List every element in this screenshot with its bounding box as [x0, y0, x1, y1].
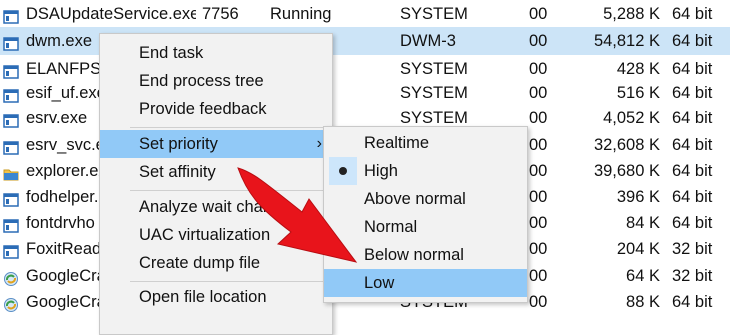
process-cpu: 00	[529, 32, 548, 50]
menu-item-end-process-tree[interactable]: End process tree	[100, 67, 332, 95]
menu-item-label: Open file location	[139, 288, 267, 306]
menu-item-create-dump-file[interactable]: Create dump file	[100, 249, 332, 277]
menu-item-label: Set affinity	[139, 163, 216, 181]
process-memory: 204 K	[616, 240, 660, 258]
service-window-icon	[3, 189, 19, 207]
process-architecture: 64 bit	[672, 32, 713, 50]
menu-separator	[130, 190, 325, 191]
process-memory: 5,288 K	[603, 5, 660, 23]
process-cpu: 00	[529, 188, 548, 206]
process-memory: 84 K	[626, 214, 660, 232]
priority-label: Realtime	[364, 134, 430, 152]
table-row[interactable]: DSAUpdateService.exe 7756 Running SYSTEM…	[0, 0, 730, 28]
service-window-icon	[3, 61, 19, 79]
priority-high[interactable]: High	[324, 157, 527, 185]
process-cpu: 00	[529, 84, 548, 102]
process-user: SYSTEM	[400, 5, 468, 23]
priority-low[interactable]: Low	[324, 269, 527, 297]
priority-below-normal[interactable]: Below normal	[324, 241, 527, 269]
process-user: SYSTEM	[400, 84, 468, 102]
folder-icon	[3, 163, 19, 181]
priority-label: High	[364, 162, 398, 180]
menu-item-uac-virtualization[interactable]: UAC virtualization	[100, 221, 332, 249]
process-cpu: 00	[529, 162, 548, 180]
priority-realtime[interactable]: Realtime	[324, 129, 527, 157]
process-user: DWM-3	[400, 32, 456, 50]
process-memory: 396 K	[616, 188, 660, 206]
priority-label: Below normal	[364, 246, 464, 264]
menu-item-analyze-wait-chain[interactable]: Analyze wait chain	[100, 193, 332, 221]
service-window-icon	[3, 110, 19, 128]
context-menu: End task End process tree Provide feedba…	[99, 33, 333, 335]
service-window-icon	[3, 6, 19, 24]
process-memory: 32,608 K	[593, 136, 660, 154]
process-cpu: 00	[529, 240, 548, 258]
process-memory: 516 K	[616, 84, 660, 102]
process-architecture: 64 bit	[672, 84, 713, 102]
menu-item-label: End process tree	[139, 72, 264, 90]
process-name: DSAUpdateService.exe	[26, 5, 196, 23]
process-architecture: 64 bit	[672, 214, 713, 232]
google-update-icon	[3, 268, 19, 286]
process-memory: 39,680 K	[593, 162, 660, 180]
priority-normal[interactable]: Normal	[324, 213, 527, 241]
process-table: DSAUpdateService.exe 7756 Running SYSTEM…	[0, 0, 730, 312]
process-architecture: 32 bit	[672, 240, 713, 258]
menu-item-set-priority[interactable]: Set priority ›	[100, 130, 332, 158]
menu-item-label: Set priority	[139, 135, 218, 153]
menu-item-label: Analyze wait chain	[139, 198, 276, 216]
process-architecture: 64 bit	[672, 109, 713, 127]
menu-item-label: Create dump file	[139, 254, 261, 272]
process-memory: 64 K	[626, 267, 660, 285]
process-cpu: 00	[529, 136, 548, 154]
priority-above-normal[interactable]: Above normal	[324, 185, 527, 213]
process-memory: 4,052 K	[603, 109, 660, 127]
menu-item-open-file-location[interactable]: Open file location	[100, 283, 332, 311]
service-window-icon	[3, 215, 19, 233]
process-architecture: 64 bit	[672, 188, 713, 206]
menu-item-label: Provide feedback	[139, 100, 267, 118]
priority-label: Above normal	[364, 190, 466, 208]
service-window-icon	[3, 137, 19, 155]
service-window-icon	[3, 241, 19, 259]
menu-separator	[130, 127, 325, 128]
menu-item-set-affinity[interactable]: Set affinity	[100, 158, 332, 186]
priority-label: Low	[364, 274, 395, 292]
process-cpu: 00	[529, 109, 548, 127]
menu-item-label: End task	[139, 44, 204, 62]
priority-submenu: Realtime High Above normal Normal Below …	[323, 126, 528, 303]
process-cpu: 00	[529, 267, 548, 285]
google-update-icon	[3, 294, 19, 312]
process-cpu: 00	[529, 5, 548, 23]
chevron-right-icon: ›	[316, 135, 322, 152]
menu-item-label: UAC virtualization	[139, 226, 271, 244]
menu-separator	[130, 281, 325, 282]
menu-item-end-task[interactable]: End task	[100, 39, 332, 67]
priority-label: Normal	[364, 218, 418, 236]
service-window-icon	[3, 85, 19, 103]
process-architecture: 64 bit	[672, 293, 713, 311]
process-architecture: 64 bit	[672, 5, 713, 23]
process-memory: 88 K	[626, 293, 660, 311]
radio-bullet-icon	[339, 167, 347, 175]
process-memory: 54,812 K	[593, 32, 660, 50]
process-architecture: 64 bit	[672, 136, 713, 154]
service-window-icon	[3, 33, 19, 51]
process-architecture: 32 bit	[672, 267, 713, 285]
process-cpu: 00	[529, 214, 548, 232]
process-status: Running	[270, 5, 332, 23]
menu-item-provide-feedback[interactable]: Provide feedback	[100, 95, 332, 123]
process-architecture: 64 bit	[672, 162, 713, 180]
process-pid: 7756	[202, 5, 239, 23]
process-cpu: 00	[529, 293, 548, 311]
